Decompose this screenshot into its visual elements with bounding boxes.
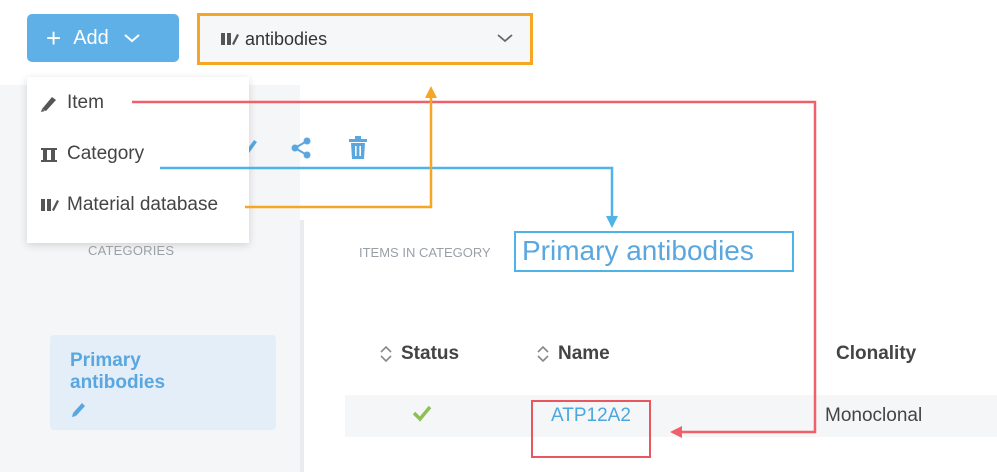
- pencil-icon: [41, 97, 56, 112]
- column-header-label: Name: [558, 343, 610, 364]
- add-button[interactable]: + Add: [27, 14, 179, 62]
- column-header-clonality[interactable]: Clonality: [836, 343, 916, 365]
- share-icon[interactable]: [289, 136, 313, 160]
- plus-icon: +: [46, 23, 62, 53]
- flask-icon: [221, 33, 239, 45]
- column-header-status[interactable]: Status: [378, 343, 459, 365]
- chevron-down-icon: [497, 34, 513, 43]
- database-select[interactable]: antibodies: [197, 13, 533, 65]
- database-select-value: antibodies: [245, 28, 328, 49]
- trash-icon[interactable]: [347, 136, 369, 160]
- menu-item-category[interactable]: Category: [39, 141, 144, 167]
- edit-icon[interactable]: [70, 400, 88, 418]
- menu-item-material-database[interactable]: Material database: [39, 192, 218, 218]
- clonality-cell: Monoclonal: [825, 405, 923, 426]
- category-name-line1: Primary: [70, 350, 141, 371]
- menu-item-item[interactable]: Item: [39, 90, 104, 116]
- app-root: + Add antibodies Item Category Material …: [0, 0, 997, 472]
- column-header-label: Status: [401, 343, 460, 364]
- column-header-label: Clonality: [836, 343, 917, 364]
- sort-icon: [380, 345, 392, 363]
- menu-item-label: Item: [67, 92, 104, 113]
- item-name-link[interactable]: ATP12A2: [551, 405, 631, 427]
- categories-heading: CATEGORIES: [88, 243, 175, 258]
- chevron-down-icon: [124, 34, 140, 43]
- category-title: Primary antibodies: [514, 231, 794, 272]
- add-button-label: Add: [73, 26, 109, 49]
- add-dropdown-menu: Item Category Material database: [27, 77, 249, 243]
- column-header-name[interactable]: Name: [535, 343, 610, 365]
- category-item-primary-antibodies[interactable]: Primary antibodies: [50, 335, 276, 430]
- menu-item-label: Material database: [67, 194, 219, 215]
- check-icon: [412, 405, 432, 422]
- flask-icon: [41, 199, 59, 211]
- items-in-category-heading: ITEMS IN CATEGORY: [359, 245, 491, 260]
- menu-item-label: Category: [67, 143, 145, 164]
- category-name-line2: antibodies: [70, 372, 166, 393]
- sort-icon: [537, 345, 549, 363]
- category-icon: [41, 148, 57, 162]
